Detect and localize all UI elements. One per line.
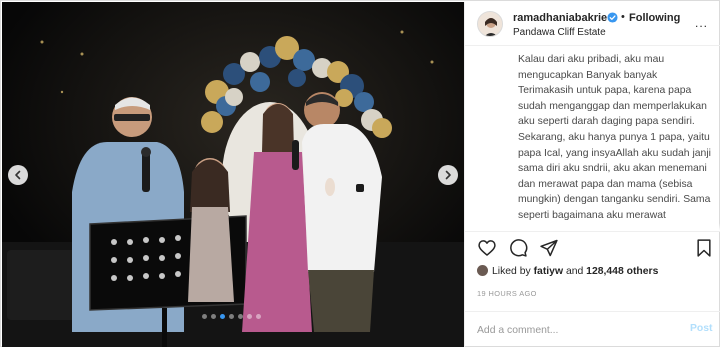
carousel-dot xyxy=(220,314,225,319)
avatar[interactable] xyxy=(477,11,503,37)
liker-avatar[interactable] xyxy=(477,265,488,276)
carousel-dot xyxy=(202,314,207,319)
post-photo[interactable] xyxy=(2,2,464,347)
more-options-icon[interactable]: ... xyxy=(695,17,708,29)
comment-input[interactable] xyxy=(477,322,667,338)
likes-count-link[interactable]: 128,448 others xyxy=(586,266,658,277)
likes-prefix: Liked by xyxy=(492,266,531,277)
carousel-prev-button[interactable] xyxy=(8,165,28,185)
chevron-left-icon xyxy=(15,170,21,180)
verified-badge-icon xyxy=(607,12,618,23)
following-button[interactable]: Following xyxy=(629,12,680,24)
chevron-right-icon xyxy=(445,170,451,180)
caption-fade xyxy=(465,223,720,231)
party-photo-image xyxy=(2,2,464,347)
heart-icon[interactable] xyxy=(477,238,497,258)
carousel-dot xyxy=(211,314,216,319)
username-link[interactable]: ramadhaniabakrie xyxy=(513,12,607,24)
instagram-post: ramadhaniabakrie • Following Pandawa Cli… xyxy=(0,0,720,347)
avatar-image xyxy=(478,12,502,36)
carousel-dot xyxy=(256,314,261,319)
bookmark-icon[interactable] xyxy=(694,238,714,258)
location-link[interactable]: Pandawa Cliff Estate xyxy=(513,27,606,38)
post-header: ramadhaniabakrie • Following Pandawa Cli… xyxy=(465,2,720,46)
carousel-indicator xyxy=(202,314,261,319)
liker-username-link[interactable]: fatiyw xyxy=(534,266,563,277)
post-comment-button[interactable]: Post xyxy=(690,323,713,334)
caption-area: Kalau dari aku pribadi, aku mau mengucap… xyxy=(465,48,720,231)
carousel-next-button[interactable] xyxy=(438,165,458,185)
carousel-dot xyxy=(229,314,234,319)
carousel-dot xyxy=(247,314,252,319)
comment-icon[interactable] xyxy=(508,238,528,258)
action-bar xyxy=(465,231,720,265)
caption-text: Kalau dari aku pribadi, aku mau mengucap… xyxy=(518,54,711,221)
comment-bar: Post xyxy=(465,311,720,347)
likes-summary: Liked by fatiyw and 128,448 others xyxy=(477,265,658,281)
share-icon[interactable] xyxy=(539,238,559,258)
carousel-dot xyxy=(238,314,243,319)
post-timestamp[interactable]: 19 HOURS AGO xyxy=(477,289,537,298)
likes-middle: and xyxy=(565,266,584,277)
header-separator: • xyxy=(621,11,625,23)
post-sidebar: ramadhaniabakrie • Following Pandawa Cli… xyxy=(464,2,720,347)
